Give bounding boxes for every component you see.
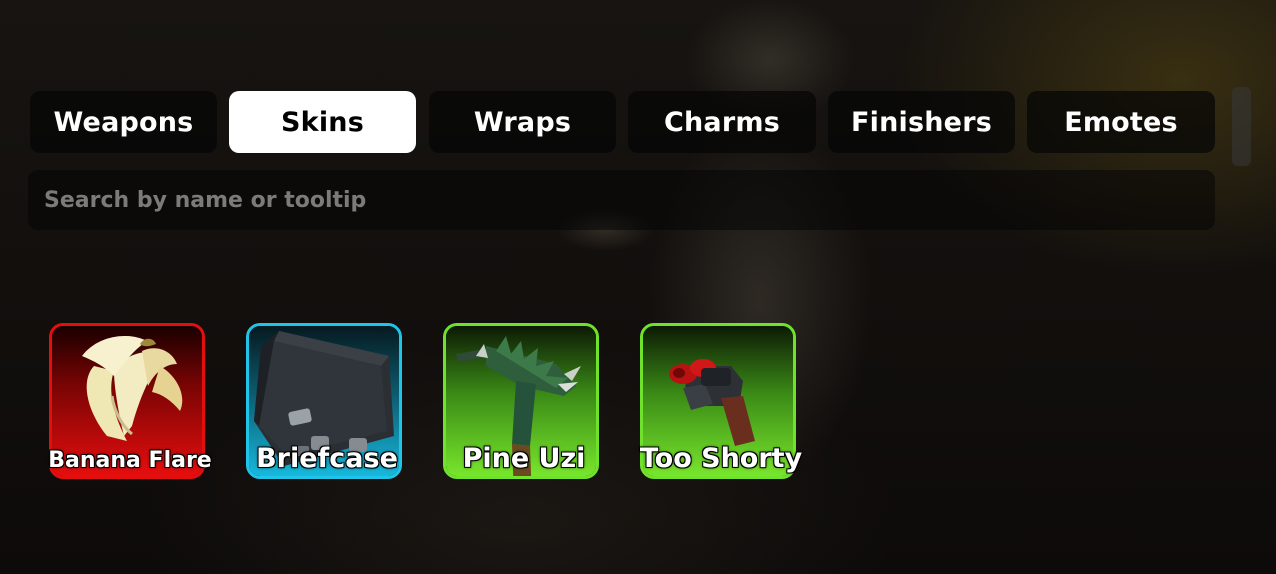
item-card-banana-flare[interactable]: Banana Flare (48, 323, 212, 479)
item-name: Too Shorty (639, 443, 803, 474)
tab-emotes[interactable]: Emotes (1027, 91, 1215, 153)
tab-skins[interactable]: Skins (229, 91, 416, 153)
tab-weapons[interactable]: Weapons (30, 91, 217, 153)
search-input[interactable] (42, 186, 1196, 214)
tabs-scrollbar[interactable] (1232, 87, 1251, 166)
game-background: Weapons Skins Wraps Charms Finishers Emo… (0, 0, 1276, 574)
tab-finishers[interactable]: Finishers (828, 91, 1015, 153)
tab-wraps[interactable]: Wraps (429, 91, 616, 153)
item-card-too-shorty[interactable]: Too Shorty (640, 323, 802, 479)
tab-charms[interactable]: Charms (628, 91, 816, 153)
search-bar[interactable] (28, 170, 1215, 230)
item-card-pine-uzi[interactable]: Pine Uzi (443, 323, 599, 479)
item-card-briefcase[interactable]: Briefcase (246, 323, 402, 479)
